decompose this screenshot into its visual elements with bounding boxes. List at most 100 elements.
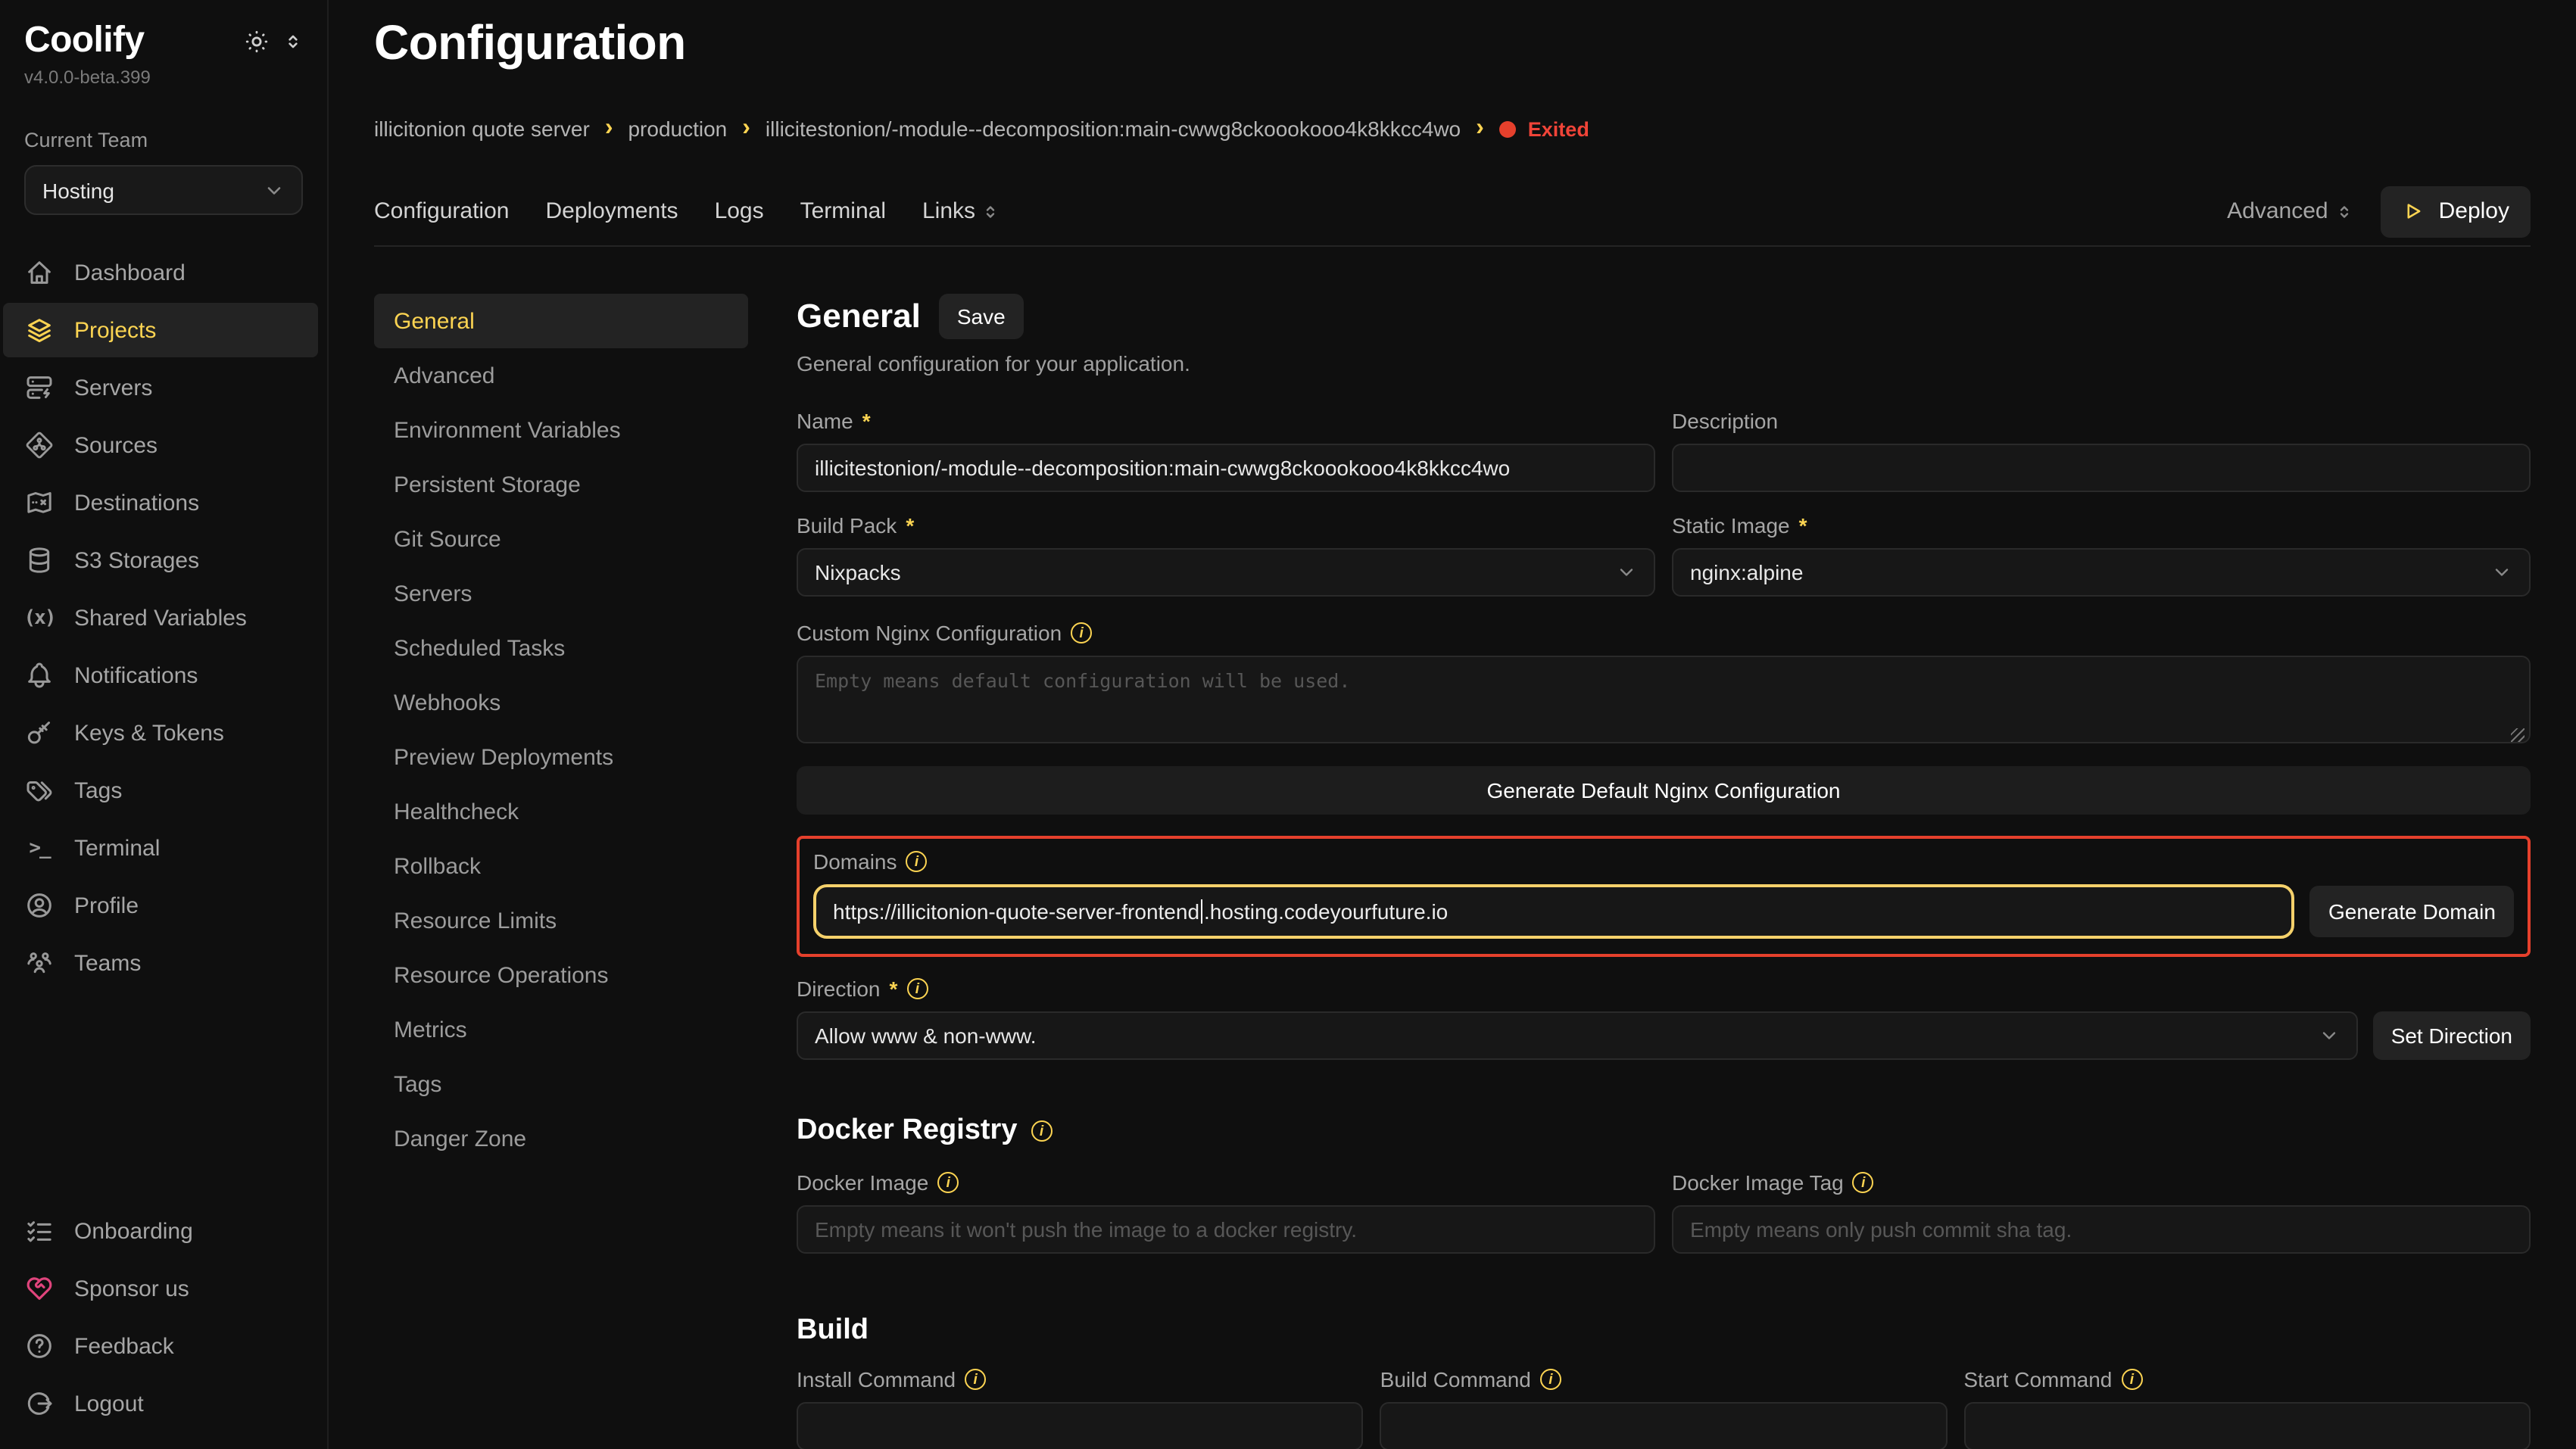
tab-links[interactable]: Links <box>922 199 1000 225</box>
sidebar-item-tags[interactable]: Tags <box>0 763 327 818</box>
start-command-input[interactable] <box>1963 1403 2531 1449</box>
layers-icon <box>24 315 55 345</box>
sidebar-item-shared-variables[interactable]: (x) Shared Variables <box>0 591 327 645</box>
status-text: Exited <box>1528 118 1589 141</box>
domains-input[interactable]: https://illicitonion-quote-server-fronte… <box>813 885 2295 940</box>
users-icon <box>24 948 55 978</box>
tab-configuration[interactable]: Configuration <box>374 199 509 225</box>
subnav-preview-deployments[interactable]: Preview Deployments <box>374 731 748 785</box>
help-circle-icon <box>24 1331 55 1361</box>
subnav-tags[interactable]: Tags <box>374 1058 748 1112</box>
docker-image-tag-input[interactable] <box>1672 1206 2531 1254</box>
generate-nginx-button[interactable]: Generate Default Nginx Configuration <box>797 767 2531 815</box>
subnav-webhooks[interactable]: Webhooks <box>374 676 748 731</box>
map-icon <box>24 488 55 518</box>
build-command-input[interactable] <box>1380 1403 1948 1449</box>
variables-icon: (x) <box>24 603 55 633</box>
status-badge: Exited <box>1499 118 1589 141</box>
subnav-rollback[interactable]: Rollback <box>374 840 748 894</box>
sidebar-item-s3-storages[interactable]: S3 Storages <box>0 533 327 587</box>
info-icon[interactable] <box>1031 1121 1052 1142</box>
custom-nginx-textarea[interactable] <box>797 656 2531 744</box>
page-title: Configuration <box>374 15 2531 71</box>
name-input[interactable] <box>797 444 1655 493</box>
tab-deployments[interactable]: Deployments <box>545 199 678 225</box>
chevron-right-icon: › <box>742 117 750 142</box>
subnav-danger-zone[interactable]: Danger Zone <box>374 1112 748 1167</box>
theme-toggle-sun-icon[interactable] <box>244 28 270 54</box>
logout-icon <box>24 1388 55 1419</box>
sidebar: Coolify v4.0.0-beta.399 Current Team Hos… <box>0 0 329 1449</box>
user-circle-icon <box>24 890 55 921</box>
sidebar-item-onboarding[interactable]: Onboarding <box>0 1204 327 1258</box>
info-icon[interactable] <box>965 1370 986 1391</box>
subnav-healthcheck[interactable]: Healthcheck <box>374 785 748 840</box>
breadcrumb-project[interactable]: illicitonion quote server <box>374 117 590 142</box>
description-field: Description <box>1672 410 2531 493</box>
deploy-button[interactable]: Deploy <box>2381 186 2531 238</box>
sidebar-item-logout[interactable]: Logout <box>0 1376 327 1431</box>
play-icon <box>2403 201 2425 223</box>
subnav-metrics[interactable]: Metrics <box>374 1003 748 1058</box>
docker-image-input[interactable] <box>797 1206 1655 1254</box>
sidebar-item-projects[interactable]: Projects <box>3 303 318 357</box>
sidebar-item-keys-tokens[interactable]: Keys & Tokens <box>0 706 327 760</box>
docker-image-tag-field: Docker Image Tag <box>1672 1171 2531 1254</box>
theme-selector-icon[interactable] <box>283 31 303 51</box>
app-logo: Coolify <box>24 20 144 62</box>
sidebar-item-sources[interactable]: Sources <box>0 418 327 472</box>
sidebar-item-feedback[interactable]: Feedback <box>0 1319 327 1373</box>
info-icon[interactable] <box>937 1173 959 1194</box>
required-asterisk: * <box>906 514 914 538</box>
subnav-advanced[interactable]: Advanced <box>374 349 748 404</box>
info-icon[interactable] <box>1071 623 1092 644</box>
set-direction-button[interactable]: Set Direction <box>2373 1012 2531 1061</box>
general-form: General Save General configuration for y… <box>797 294 2531 1449</box>
info-icon[interactable] <box>906 852 928 873</box>
tab-terminal[interactable]: Terminal <box>800 199 886 225</box>
info-icon[interactable] <box>1853 1173 1874 1194</box>
chevron-right-icon: › <box>1476 117 1484 142</box>
subnav-persistent-storage[interactable]: Persistent Storage <box>374 458 748 513</box>
sidebar-item-dashboard[interactable]: Dashboard <box>0 245 327 300</box>
breadcrumb-resource[interactable]: illicitestonion/-module--decomposition:m… <box>766 117 1461 142</box>
team-select[interactable]: Hosting <box>24 165 303 215</box>
chevron-right-icon: › <box>605 117 613 142</box>
resize-handle-icon[interactable] <box>2511 729 2525 743</box>
sidebar-item-teams[interactable]: Teams <box>0 936 327 990</box>
subnav-resource-limits[interactable]: Resource Limits <box>374 894 748 949</box>
subnav-git-source[interactable]: Git Source <box>374 513 748 567</box>
tab-logs[interactable]: Logs <box>715 199 764 225</box>
info-icon[interactable] <box>906 979 928 1000</box>
server-icon <box>24 372 55 403</box>
chevron-down-icon <box>2491 562 2512 584</box>
sidebar-item-notifications[interactable]: Notifications <box>0 648 327 703</box>
sidebar-item-sponsor-us[interactable]: Sponsor us <box>0 1261 327 1316</box>
subnav-environment-variables[interactable]: Environment Variables <box>374 404 748 458</box>
save-button[interactable]: Save <box>939 294 1024 340</box>
info-icon[interactable] <box>2121 1370 2142 1391</box>
generate-domain-button[interactable]: Generate Domain <box>2310 887 2514 938</box>
install-command-input[interactable] <box>797 1403 1364 1449</box>
breadcrumb-environment[interactable]: production <box>628 117 727 142</box>
subnav-resource-operations[interactable]: Resource Operations <box>374 949 748 1003</box>
section-subtitle: General configuration for your applicati… <box>797 352 2531 376</box>
subnav-general[interactable]: General <box>374 294 748 349</box>
info-icon[interactable] <box>1540 1370 1561 1391</box>
sidebar-item-servers[interactable]: Servers <box>0 360 327 415</box>
direction-select[interactable]: Allow www & non-www. <box>797 1012 2358 1061</box>
sidebar-item-terminal[interactable]: >_ Terminal <box>0 821 327 875</box>
database-icon <box>24 545 55 575</box>
sidebar-item-profile[interactable]: Profile <box>0 878 327 933</box>
sidebar-nav: Dashboard Projects Servers Sources Desti… <box>0 245 327 990</box>
start-command-field: Start Command <box>1963 1368 2531 1449</box>
description-input[interactable] <box>1672 444 2531 493</box>
subnav-scheduled-tasks[interactable]: Scheduled Tasks <box>374 622 748 676</box>
build-pack-select[interactable]: Nixpacks <box>797 549 1655 597</box>
sidebar-bottom-nav: Onboarding Sponsor us Feedback Logout <box>0 1204 327 1449</box>
docker-image-field: Docker Image <box>797 1171 1655 1254</box>
static-image-select[interactable]: nginx:alpine <box>1672 549 2531 597</box>
subnav-servers[interactable]: Servers <box>374 567 748 622</box>
advanced-dropdown[interactable]: Advanced <box>2227 199 2353 225</box>
sidebar-item-destinations[interactable]: Destinations <box>0 475 327 530</box>
